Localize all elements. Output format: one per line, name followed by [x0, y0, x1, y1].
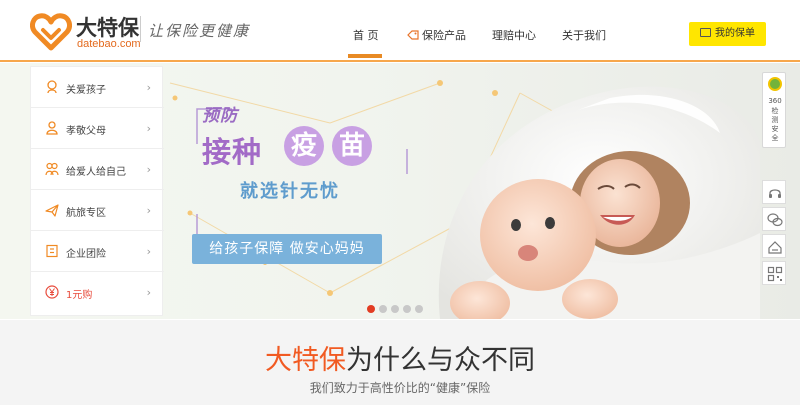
promo-ribbon: 给孩子保障 做安心妈妈	[192, 234, 382, 264]
couple-icon	[45, 162, 59, 176]
section-title-rest: 为什么与众不同	[346, 345, 535, 376]
logo-slogan: 让保险更健康	[148, 22, 251, 40]
tag-icon	[407, 30, 419, 40]
floating-toolbar: 360 检 测 安 全	[762, 72, 786, 292]
section-subtitle: 我们致力于高性价比的“健康”保险	[309, 381, 491, 395]
menu-item-couple[interactable]: 给爱人给自己 ›	[31, 149, 164, 190]
yuan-icon	[45, 285, 59, 299]
menu-item-label: 孝敬父母	[66, 126, 106, 137]
share-icon	[768, 241, 782, 254]
carousel-dot-1[interactable]	[367, 305, 375, 313]
logo-domain: datebao.com	[77, 38, 141, 50]
my-policy-button[interactable]: 我的保单	[689, 22, 766, 46]
chevron-right-icon: ›	[146, 286, 151, 299]
nav-products-label: 保险产品	[422, 29, 466, 42]
promo-line-1: 预防	[202, 106, 238, 126]
share-button[interactable]	[762, 234, 786, 258]
carousel-dot-3[interactable]	[391, 305, 399, 313]
qrcode-icon	[767, 266, 783, 282]
my-policy-label: 我的保单	[715, 28, 755, 39]
menu-item-label: 给爱人给自己	[66, 167, 126, 178]
promo-line-2: 接种	[202, 135, 263, 169]
menu-item-enterprise[interactable]: 企业团险 ›	[31, 231, 164, 272]
menu-item-parents[interactable]: 孝敬父母 ›	[31, 108, 164, 149]
customer-service-button[interactable]	[762, 180, 786, 204]
chevron-right-icon: ›	[146, 122, 151, 135]
why-different-section: 大特保为什么与众不同 我们致力于高性价比的“健康”保险	[0, 320, 800, 405]
section-title-brand: 大特保	[265, 345, 346, 376]
nav-about-label: 关于我们	[562, 29, 606, 42]
promo-char-1: 疫	[284, 126, 324, 166]
mother-baby-photo	[438, 86, 760, 319]
menu-item-label: 关爱孩子	[66, 85, 106, 96]
carousel-dot-5[interactable]	[415, 305, 423, 313]
category-menu: 关爱孩子 › 孝敬父母 › 给爱人给自己 › 航旅专区 › 企业团险 › 1元购…	[30, 66, 164, 316]
promo-char-2: 苗	[332, 126, 372, 166]
badge-line: 360	[768, 97, 782, 105]
nav-active-indicator	[348, 54, 382, 58]
chevron-right-icon: ›	[146, 163, 151, 176]
carousel-dot-4[interactable]	[403, 305, 411, 313]
section-title: 大特保为什么与众不同	[0, 338, 800, 377]
heart-logo-icon	[30, 13, 72, 51]
badge-line: 测	[771, 116, 779, 124]
nav-products[interactable]: 保险产品	[407, 27, 466, 43]
logo-divider	[140, 16, 141, 42]
nav-home[interactable]: 首 页	[353, 27, 379, 43]
promo-line-3: 就选针无忧	[240, 181, 340, 202]
menu-item-one-yuan[interactable]: 1元购 ›	[31, 272, 164, 313]
nav-claims[interactable]: 理赔中心	[492, 27, 536, 43]
headset-icon	[769, 189, 781, 198]
badge-line: 检	[771, 107, 779, 115]
wechat-icon	[767, 213, 783, 227]
menu-item-label: 1元购	[66, 290, 93, 301]
menu-item-label: 航旅专区	[66, 208, 106, 219]
menu-item-travel[interactable]: 航旅专区 ›	[31, 190, 164, 231]
badge-line: 全	[771, 134, 779, 142]
building-icon	[46, 244, 58, 258]
badge-line: 安	[771, 125, 779, 133]
plane-icon	[45, 204, 59, 217]
chevron-right-icon: ›	[146, 204, 151, 217]
security-badge-360[interactable]: 360 检 测 安 全	[762, 72, 786, 148]
chevron-right-icon: ›	[146, 81, 151, 94]
wallet-icon	[700, 28, 711, 37]
360-logo-icon	[768, 77, 782, 91]
menu-item-label: 企业团险	[66, 249, 106, 260]
elder-icon	[46, 121, 58, 135]
chevron-right-icon: ›	[146, 245, 151, 258]
baby-icon	[47, 80, 57, 94]
qrcode-button[interactable]	[762, 261, 786, 285]
nav-about[interactable]: 关于我们	[562, 27, 606, 43]
promo-block: 预防 接种 疫 苗 就选针无忧 给孩子保障 做安心妈妈	[192, 99, 422, 309]
site-logo[interactable]: 大特保 datebao.com 让保险更健康	[30, 10, 250, 54]
nav-home-label: 首 页	[353, 29, 379, 42]
wechat-button[interactable]	[762, 207, 786, 231]
nav-claims-label: 理赔中心	[492, 29, 536, 42]
menu-item-children[interactable]: 关爱孩子 ›	[31, 67, 164, 108]
site-header: 大特保 datebao.com 让保险更健康 首 页 保险产品 理赔中心 关于我…	[0, 0, 800, 62]
carousel-dot-2[interactable]	[379, 305, 387, 313]
